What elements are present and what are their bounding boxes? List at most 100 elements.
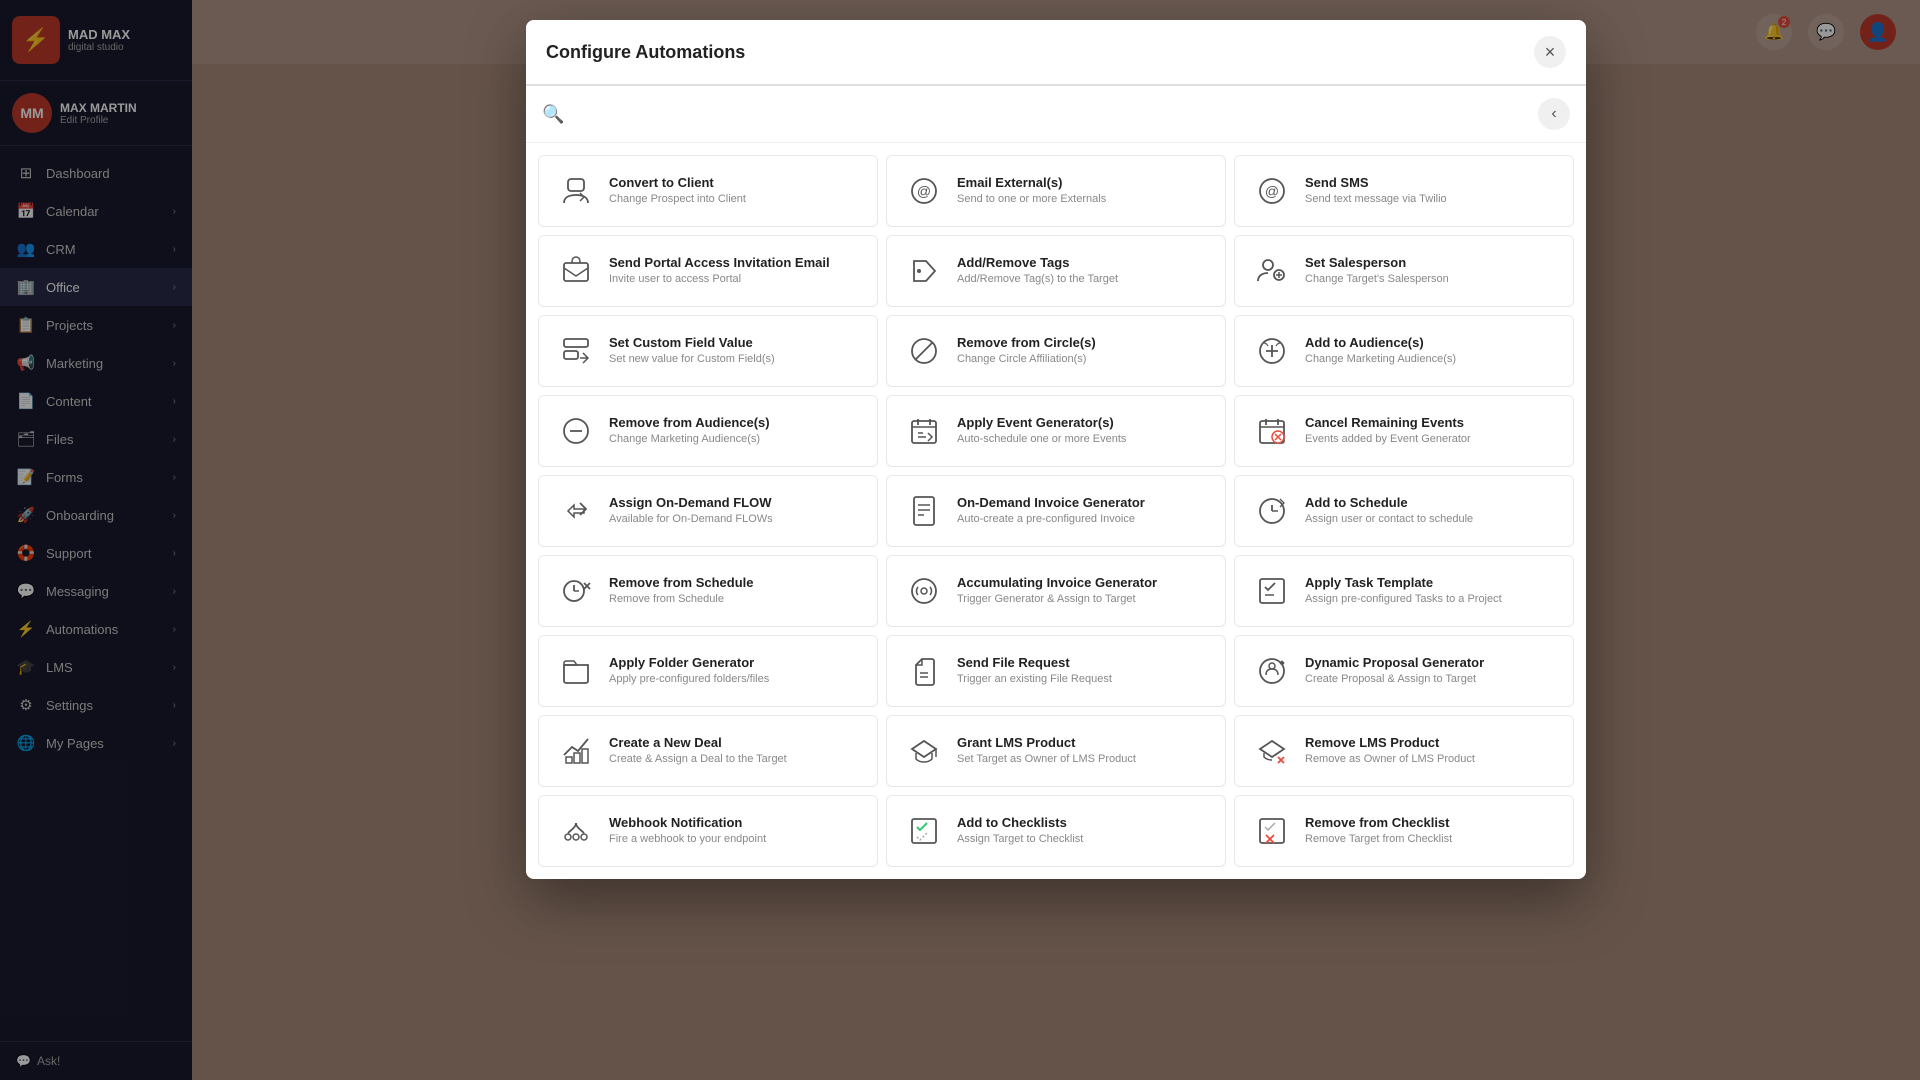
automation-text-send-portal: Send Portal Access Invitation Email Invi…	[609, 255, 861, 286]
automation-item-acc-invoice-gen[interactable]: Accumulating Invoice Generator Trigger G…	[886, 555, 1226, 627]
automation-item-add-audience[interactable]: Add to Audience(s) Change Marketing Audi…	[1234, 315, 1574, 387]
automation-item-remove-lms[interactable]: Remove LMS Product Remove as Owner of LM…	[1234, 715, 1574, 787]
automation-desc: Change Circle Affiliation(s)	[957, 352, 1209, 366]
automation-text-send-sms: Send SMS Send text message via Twilio	[1305, 175, 1557, 206]
automation-desc: Add/Remove Tag(s) to the Target	[957, 272, 1209, 286]
automation-text-set-salesperson: Set Salesperson Change Target's Salesper…	[1305, 255, 1557, 286]
automation-item-remove-schedule[interactable]: Remove from Schedule Remove from Schedul…	[538, 555, 878, 627]
automation-item-apply-task-template[interactable]: Apply Task Template Assign pre-configure…	[1234, 555, 1574, 627]
automation-text-email-externals: Email External(s) Send to one or more Ex…	[957, 175, 1209, 206]
automation-icon-set-salesperson	[1251, 250, 1293, 292]
automation-desc: Auto-create a pre-configured Invoice	[957, 512, 1209, 526]
modal-overlay: Configure Automations × 🔍 ‹ Convert to C…	[0, 0, 1920, 1080]
svg-text:@: @	[1265, 183, 1279, 199]
automation-title: Remove from Circle(s)	[957, 335, 1209, 350]
automation-item-apply-folder-gen[interactable]: Apply Folder Generator Apply pre-configu…	[538, 635, 878, 707]
automation-text-dynamic-proposal: Dynamic Proposal Generator Create Propos…	[1305, 655, 1557, 686]
automation-desc: Fire a webhook to your endpoint	[609, 832, 861, 846]
automation-item-set-custom-field[interactable]: Set Custom Field Value Set new value for…	[538, 315, 878, 387]
automation-desc: Trigger an existing File Request	[957, 672, 1209, 686]
automation-item-add-remove-tags[interactable]: Add/Remove Tags Add/Remove Tag(s) to the…	[886, 235, 1226, 307]
automation-title: Grant LMS Product	[957, 735, 1209, 750]
automation-item-dynamic-proposal[interactable]: Dynamic Proposal Generator Create Propos…	[1234, 635, 1574, 707]
automation-text-remove-checklist: Remove from Checklist Remove Target from…	[1305, 815, 1557, 846]
automation-desc: Auto-schedule one or more Events	[957, 432, 1209, 446]
automation-text-grant-lms: Grant LMS Product Set Target as Owner of…	[957, 735, 1209, 766]
modal-header: Configure Automations ×	[526, 20, 1586, 86]
automation-item-apply-event-gen[interactable]: Apply Event Generator(s) Auto-schedule o…	[886, 395, 1226, 467]
automation-desc: Invite user to access Portal	[609, 272, 861, 286]
automation-title: Send Portal Access Invitation Email	[609, 255, 861, 270]
automation-title: On-Demand Invoice Generator	[957, 495, 1209, 510]
automation-title: Remove LMS Product	[1305, 735, 1557, 750]
search-input[interactable]	[574, 106, 1528, 122]
automation-icon-send-portal	[555, 250, 597, 292]
automation-desc: Remove Target from Checklist	[1305, 832, 1557, 846]
automation-title: Create a New Deal	[609, 735, 861, 750]
automation-title: Set Salesperson	[1305, 255, 1557, 270]
automation-title: Convert to Client	[609, 175, 861, 190]
automation-icon-add-audience	[1251, 330, 1293, 372]
automation-item-add-schedule[interactable]: Add to Schedule Assign user or contact t…	[1234, 475, 1574, 547]
automation-icon-add-checklists	[903, 810, 945, 852]
automation-text-apply-task-template: Apply Task Template Assign pre-configure…	[1305, 575, 1557, 606]
automation-item-send-portal[interactable]: Send Portal Access Invitation Email Invi…	[538, 235, 878, 307]
automation-icon-apply-event-gen	[903, 410, 945, 452]
automation-item-set-salesperson[interactable]: Set Salesperson Change Target's Salesper…	[1234, 235, 1574, 307]
automation-item-cancel-events[interactable]: Cancel Remaining Events Events added by …	[1234, 395, 1574, 467]
back-button[interactable]: ‹	[1538, 98, 1570, 130]
automation-title: Email External(s)	[957, 175, 1209, 190]
automation-text-send-file-request: Send File Request Trigger an existing Fi…	[957, 655, 1209, 686]
automation-item-grant-lms[interactable]: Grant LMS Product Set Target as Owner of…	[886, 715, 1226, 787]
automation-text-create-deal: Create a New Deal Create & Assign a Deal…	[609, 735, 861, 766]
automation-desc: Assign user or contact to schedule	[1305, 512, 1557, 526]
automation-desc: Set Target as Owner of LMS Product	[957, 752, 1209, 766]
automation-title: Add to Checklists	[957, 815, 1209, 830]
automation-desc: Trigger Generator & Assign to Target	[957, 592, 1209, 606]
automation-item-assign-flow[interactable]: Assign On-Demand FLOW Available for On-D…	[538, 475, 878, 547]
automation-text-add-checklists: Add to Checklists Assign Target to Check…	[957, 815, 1209, 846]
automation-icon-send-sms: @	[1251, 170, 1293, 212]
automation-desc: Events added by Event Generator	[1305, 432, 1557, 446]
automation-text-add-schedule: Add to Schedule Assign user or contact t…	[1305, 495, 1557, 526]
automation-icon-grant-lms	[903, 730, 945, 772]
automation-icon-assign-flow	[555, 490, 597, 532]
automation-item-remove-checklist[interactable]: Remove from Checklist Remove Target from…	[1234, 795, 1574, 867]
automation-text-webhook: Webhook Notification Fire a webhook to y…	[609, 815, 861, 846]
automation-icon-acc-invoice-gen	[903, 570, 945, 612]
automation-desc: Change Marketing Audience(s)	[609, 432, 861, 446]
automation-icon-remove-schedule	[555, 570, 597, 612]
automation-icon-send-file-request	[903, 650, 945, 692]
automation-text-remove-schedule: Remove from Schedule Remove from Schedul…	[609, 575, 861, 606]
automation-text-remove-audience: Remove from Audience(s) Change Marketing…	[609, 415, 861, 446]
automation-title: Remove from Audience(s)	[609, 415, 861, 430]
automation-icon-remove-audience	[555, 410, 597, 452]
close-button[interactable]: ×	[1534, 36, 1566, 68]
automation-icon-remove-circle	[903, 330, 945, 372]
automation-title: Add to Schedule	[1305, 495, 1557, 510]
automation-item-create-deal[interactable]: Create a New Deal Create & Assign a Deal…	[538, 715, 878, 787]
automation-icon-remove-lms	[1251, 730, 1293, 772]
automation-item-ondemand-invoice[interactable]: On-Demand Invoice Generator Auto-create …	[886, 475, 1226, 547]
automation-desc: Send to one or more Externals	[957, 192, 1209, 206]
automation-item-remove-audience[interactable]: Remove from Audience(s) Change Marketing…	[538, 395, 878, 467]
automation-item-convert-client[interactable]: Convert to Client Change Prospect into C…	[538, 155, 878, 227]
automation-icon-cancel-events	[1251, 410, 1293, 452]
automation-icon-create-deal	[555, 730, 597, 772]
automation-item-email-externals[interactable]: @ Email External(s) Send to one or more …	[886, 155, 1226, 227]
automation-desc: Remove from Schedule	[609, 592, 861, 606]
automation-item-add-checklists[interactable]: Add to Checklists Assign Target to Check…	[886, 795, 1226, 867]
automation-title: Webhook Notification	[609, 815, 861, 830]
automation-icon-dynamic-proposal	[1251, 650, 1293, 692]
automation-title: Send File Request	[957, 655, 1209, 670]
automation-text-assign-flow: Assign On-Demand FLOW Available for On-D…	[609, 495, 861, 526]
automation-item-send-sms[interactable]: @ Send SMS Send text message via Twilio	[1234, 155, 1574, 227]
automation-item-send-file-request[interactable]: Send File Request Trigger an existing Fi…	[886, 635, 1226, 707]
automation-icon-add-schedule	[1251, 490, 1293, 532]
automation-item-remove-circle[interactable]: Remove from Circle(s) Change Circle Affi…	[886, 315, 1226, 387]
automation-text-acc-invoice-gen: Accumulating Invoice Generator Trigger G…	[957, 575, 1209, 606]
automation-item-webhook[interactable]: Webhook Notification Fire a webhook to y…	[538, 795, 878, 867]
automation-title: Apply Task Template	[1305, 575, 1557, 590]
automation-desc: Send text message via Twilio	[1305, 192, 1557, 206]
automation-desc: Assign pre-configured Tasks to a Project	[1305, 592, 1557, 606]
